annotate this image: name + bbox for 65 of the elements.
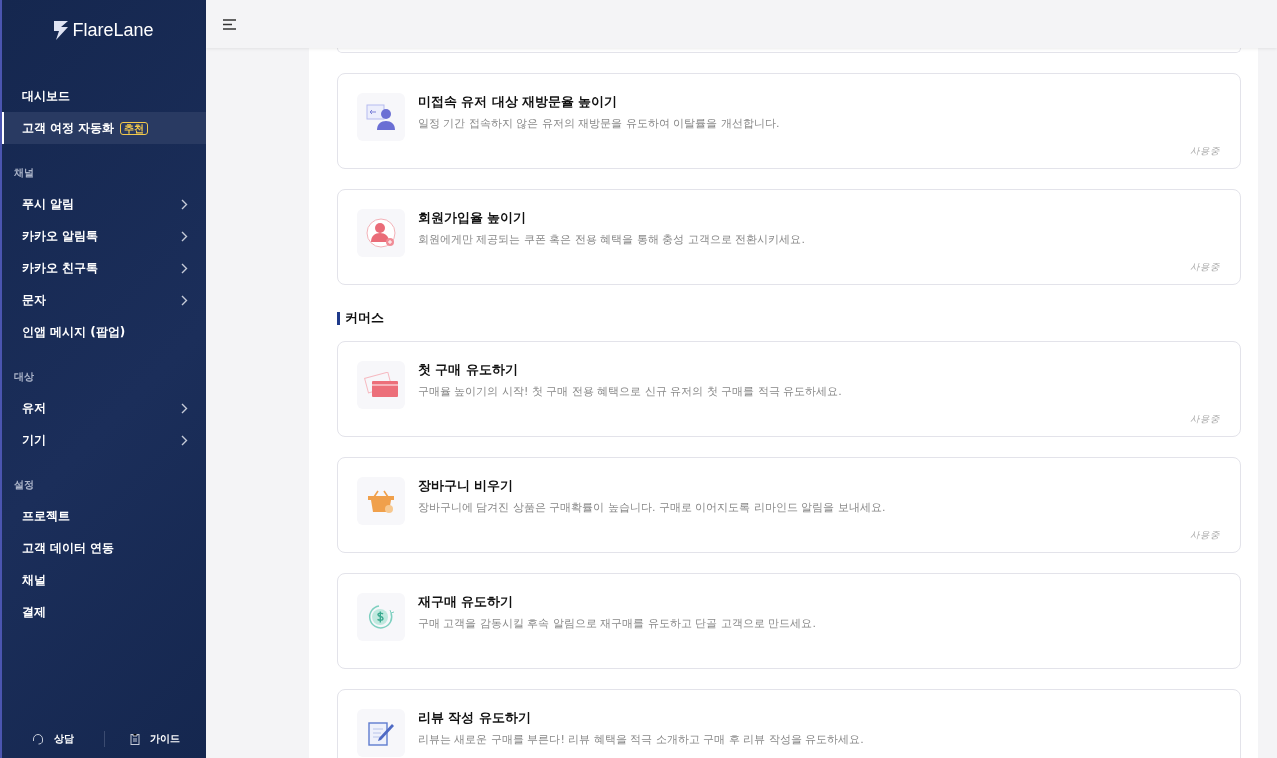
document-icon bbox=[130, 733, 141, 745]
sidebar-item-label: 채널 bbox=[22, 571, 47, 589]
brand-logo: FlareLane bbox=[72, 19, 154, 41]
sidebar-item[interactable]: 유저 bbox=[2, 392, 206, 424]
card-title: 첫 구매 유도하기 bbox=[418, 362, 519, 379]
sidebar-item[interactable]: 기기 bbox=[2, 424, 206, 456]
sidebar-item[interactable]: 푸시 알림 bbox=[2, 188, 206, 220]
card-title: 재구매 유도하기 bbox=[418, 594, 515, 611]
basket-icon bbox=[367, 488, 395, 514]
heading-bar bbox=[337, 311, 340, 325]
sidebar-item[interactable]: 결제 bbox=[2, 596, 206, 628]
card-title: 장바구니 비우기 bbox=[418, 478, 515, 495]
sidebar-item[interactable]: 고객 여정 자동화 추천 bbox=[2, 112, 206, 144]
sidebar-item[interactable]: 인앱 메시지 (팝업) bbox=[2, 316, 206, 348]
user-plus-icon bbox=[365, 217, 397, 249]
sidebar-item-label: 프로젝트 bbox=[22, 507, 71, 525]
sidebar-item-label: 고객 데이터 연동 bbox=[22, 539, 116, 557]
user-arrow-icon bbox=[366, 103, 396, 131]
menu-icon bbox=[223, 18, 236, 30]
sidebar-item-label: 카카오 친구톡 bbox=[22, 259, 100, 277]
sidebar-item[interactable]: 문자 bbox=[2, 284, 206, 316]
sidebar-item-label: 결제 bbox=[22, 603, 47, 621]
card-description: 장바구니에 담겨진 상품은 구매확률이 높습니다. 구매로 이어지도록 리마인드 알림을 보내세요. bbox=[418, 500, 886, 515]
card-description: 구매율 높이기의 시작! 첫 구매 전용 혜택으로 신규 유저의 첫 구매를 적극 유도하세요. bbox=[418, 384, 842, 399]
status-label: 사용중 bbox=[1190, 413, 1220, 426]
section-heading: 커머스 bbox=[345, 309, 384, 327]
sidebar-item-label: 기기 bbox=[22, 431, 47, 449]
sidebar-item-label: 문자 bbox=[22, 291, 47, 309]
sidebar-item-label: 대시보드 bbox=[22, 87, 71, 105]
section-title: 채널 bbox=[13, 166, 35, 180]
sidebar-item-label: 유저 bbox=[22, 399, 47, 417]
recommend-tag: 추천 bbox=[120, 121, 149, 135]
card-title: 회원가입율 높이기 bbox=[418, 210, 528, 227]
journey-card[interactable]: 재구매 유도하기 구매 고객을 감동시킬 후속 알림으로 재구매를 유도하고 단골 고객으로 만드세요. bbox=[337, 573, 1241, 669]
section-title: 설정 bbox=[13, 478, 35, 492]
journey-card[interactable]: 회원가입율 높이기 회원에게만 제공되는 쿠폰 혹은 전용 혜택을 통해 충성 고객으로 전환시키세요. 사용중 bbox=[337, 189, 1241, 285]
section-title: 대상 bbox=[13, 370, 35, 384]
credit-card-icon bbox=[364, 372, 398, 398]
card-description: 리뷰는 새로운 구매를 부른다! 리뷰 혜택을 적극 소개하고 구매 후 리뷰 작성을 유도하세요. bbox=[418, 732, 864, 747]
sidebar-item[interactable]: 카카오 친구톡 bbox=[2, 252, 206, 284]
sidebar-item-label: 고객 여정 자동화 추천 bbox=[22, 119, 188, 137]
sidebar-item-label: 카카오 알림톡 bbox=[22, 227, 100, 245]
sidebar-item-label: 푸시 알림 bbox=[22, 195, 76, 213]
sidebar-item[interactable]: 고객 데이터 연동 bbox=[2, 532, 206, 564]
status-label: 사용중 bbox=[1190, 261, 1220, 274]
footer-button[interactable]: 가이드 bbox=[104, 731, 206, 747]
sidebar-item[interactable]: 대시보드 bbox=[2, 80, 206, 112]
status-label: 사용중 bbox=[1190, 145, 1220, 158]
journey-card[interactable]: 미접속 유저 대상 재방문율 높이기 일정 기간 접속하지 않은 유저의 재방문을 유도하여 이탈률을 개선합니다. 사용중 bbox=[337, 73, 1241, 169]
sidebar-item[interactable]: 카카오 알림톡 bbox=[2, 220, 206, 252]
status-label: 사용중 bbox=[1190, 529, 1220, 542]
card-description: 일정 기간 접속하지 않은 유저의 재방문을 유도하여 이탈률을 개선합니다. bbox=[418, 116, 780, 131]
journey-card[interactable]: 장바구니 비우기 장바구니에 담겨진 상품은 구매확률이 높습니다. 구매로 이어지도록 리마인드 알림을 보내세요. 사용중 bbox=[337, 457, 1241, 553]
card-description: 구매 고객을 감동시킬 후속 알림으로 재구매를 유도하고 단골 고객으로 만드세요. bbox=[418, 616, 816, 631]
journey-card[interactable]: 리뷰 작성 유도하기 리뷰는 새로운 구매를 부른다! 리뷰 혜택을 적극 소개하고 구매 후 리뷰 작성을 유도하세요. bbox=[337, 689, 1241, 758]
card-description: 회원에게만 제공되는 쿠폰 혹은 전용 혜택을 통해 충성 고객으로 전환시키세요. bbox=[418, 232, 805, 247]
journey-card[interactable]: 첫 구매 유도하기 구매율 높이기의 시작! 첫 구매 전용 혜택으로 신규 유저의 첫 구매를 적극 유도하세요. 사용중 bbox=[337, 341, 1241, 437]
logo-icon bbox=[54, 20, 69, 40]
card-title: 리뷰 작성 유도하기 bbox=[418, 710, 532, 727]
sidebar-item[interactable]: 채널 bbox=[2, 564, 206, 596]
sidebar-item-label: 인앱 메시지 (팝업) bbox=[22, 323, 127, 341]
footer-button[interactable]: 상담 bbox=[2, 731, 104, 747]
headset-icon bbox=[31, 733, 44, 745]
sidebar-item[interactable]: 프로젝트 bbox=[2, 500, 206, 532]
card-title: 미접속 유저 대상 재방문율 높이기 bbox=[418, 94, 619, 111]
